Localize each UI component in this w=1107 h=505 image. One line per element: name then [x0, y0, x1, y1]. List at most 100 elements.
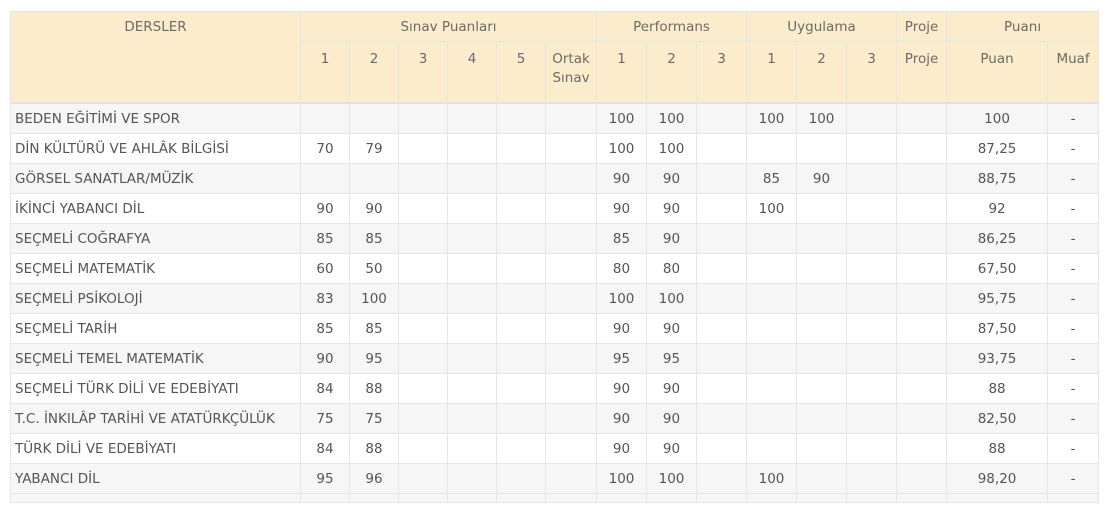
common-exam-cell: [544, 343, 598, 374]
performance-1-cell: 100: [596, 463, 648, 494]
practice-2-cell: [796, 433, 848, 464]
performance-2-cell: 90: [646, 373, 698, 404]
performance-3-cell: [696, 373, 748, 404]
performance-1-cell: 90: [596, 163, 648, 194]
exam-4-cell: [447, 373, 497, 404]
exam-3-cell: [398, 133, 448, 164]
exam-5-cell: [496, 253, 546, 284]
common-exam-cell: [544, 313, 598, 344]
exam-1-header: 1: [300, 41, 350, 104]
performance-2-cell: 90: [646, 403, 698, 434]
exempt-cell: -: [1047, 163, 1100, 194]
exam-4-cell: [447, 343, 497, 374]
exempt-cell: -: [1047, 463, 1100, 494]
grades-table: DERSLER Sınav Puanları Performans Uygula…: [10, 11, 1100, 503]
empty-cell: [896, 493, 948, 503]
performance-2-cell: 100: [646, 133, 698, 164]
exam-4-cell: [447, 133, 497, 164]
exam-4-cell: [447, 163, 497, 194]
exam-3-cell: [398, 193, 448, 224]
practice-3-cell: [846, 133, 898, 164]
exam-2-cell: 75: [349, 403, 399, 434]
practice-2-cell: [796, 133, 848, 164]
exam-1-cell: 84: [300, 433, 350, 464]
practice-2-cell: [796, 373, 848, 404]
score-cell: 92: [946, 193, 1049, 224]
exam-3-cell: [398, 403, 448, 434]
grades-table-container: DERSLER Sınav Puanları Performans Uygula…: [10, 11, 1100, 503]
score-cell: 88,75: [946, 163, 1049, 194]
score-cell: 95,75: [946, 283, 1049, 314]
project-cell: [896, 403, 948, 434]
practice-2-cell: [796, 313, 848, 344]
project-cell: [896, 102, 948, 134]
performance-3-cell: [696, 102, 748, 134]
practice-1-cell: 100: [746, 463, 798, 494]
exam-4-cell: [447, 403, 497, 434]
project-cell: [896, 223, 948, 254]
performance-3-header: 3: [696, 41, 748, 104]
performance-1-cell: 100: [596, 283, 648, 314]
exam-scores-header: Sınav Puanları: [299, 11, 598, 42]
exam-1-cell: 95: [300, 463, 350, 494]
practice-3-cell: [846, 343, 898, 374]
table-row: SEÇMELİ MATEMATİK 60 50 80 80 67,50-: [10, 253, 1100, 284]
empty-cell: [646, 493, 698, 503]
project-cell: [896, 433, 948, 464]
performance-2-cell: 90: [646, 193, 698, 224]
practice-1-cell: [746, 223, 798, 254]
exam-2-cell: 95: [349, 343, 399, 374]
table-body: BEDEN EĞİTİMİ VE SPOR 100 100 100 100 100- DİN…: [10, 102, 1100, 503]
practice-3-cell: [846, 102, 898, 134]
practice-2-cell: [796, 223, 848, 254]
common-exam-cell: [544, 283, 598, 314]
exam-4-cell: [447, 223, 497, 254]
exempt-cell: -: [1047, 253, 1100, 284]
performance-3-cell: [696, 343, 748, 374]
exam-3-cell: [398, 253, 448, 284]
exam-5-header: 5: [496, 41, 546, 104]
exam-1-cell: 70: [300, 133, 350, 164]
empty-cell: [746, 493, 798, 503]
table-row: İKİNCİ YABANCI DİL 90 90 90 90 100 92-: [10, 193, 1100, 224]
empty-cell: [596, 493, 648, 503]
lesson-name-cell: BEDEN EĞİTİMİ VE SPOR: [10, 102, 301, 134]
empty-cell: [544, 493, 598, 503]
project-cell: [896, 133, 948, 164]
performance-2-cell: 80: [646, 253, 698, 284]
score-cell: 88: [946, 433, 1049, 464]
exam-1-cell: 85: [300, 223, 350, 254]
exam-3-cell: [398, 343, 448, 374]
table-row: GÖRSEL SANATLAR/MÜZİK 90 90 85 90 88,75-: [10, 163, 1100, 194]
exempt-cell: -: [1047, 373, 1100, 404]
table-row: DİN KÜLTÜRÜ VE AHLÂK BİLGİSİ 70 79 100 100 87…: [10, 133, 1100, 164]
practice-3-cell: [846, 163, 898, 194]
common-exam-cell: [544, 373, 598, 404]
exam-1-cell: 83: [300, 283, 350, 314]
exam-3-cell: [398, 373, 448, 404]
performance-3-cell: [696, 403, 748, 434]
common-exam-cell: [544, 463, 598, 494]
table-row: SEÇMELİ COĞRAFYA 85 85 85 90 86,25-: [10, 223, 1100, 254]
common-exam-cell: [544, 102, 598, 134]
performance-1-cell: 90: [596, 193, 648, 224]
exam-2-cell: 100: [349, 283, 399, 314]
table-row: SEÇMELİ TÜRK DİLİ VE EDEBİYATI 84 88 90 90 88…: [10, 373, 1100, 404]
empty-cell: [398, 493, 448, 503]
empty-cell: [349, 493, 399, 503]
practice-2-cell: [796, 403, 848, 434]
common-exam-cell: [544, 193, 598, 224]
lesson-name-cell: GÖRSEL SANATLAR/MÜZİK: [10, 163, 301, 194]
exam-5-cell: [496, 223, 546, 254]
performance-2-cell: 100: [646, 463, 698, 494]
exam-2-cell: [349, 163, 399, 194]
lesson-name-cell: İKİNCİ YABANCI DİL: [10, 193, 301, 224]
exam-1-cell: 75: [300, 403, 350, 434]
exempt-cell: -: [1047, 193, 1100, 224]
exam-5-cell: [496, 313, 546, 344]
exam-4-cell: [447, 193, 497, 224]
practice-1-cell: [746, 133, 798, 164]
practice-3-cell: [846, 373, 898, 404]
exam-3-cell: [398, 313, 448, 344]
exempt-cell: -: [1047, 433, 1100, 464]
